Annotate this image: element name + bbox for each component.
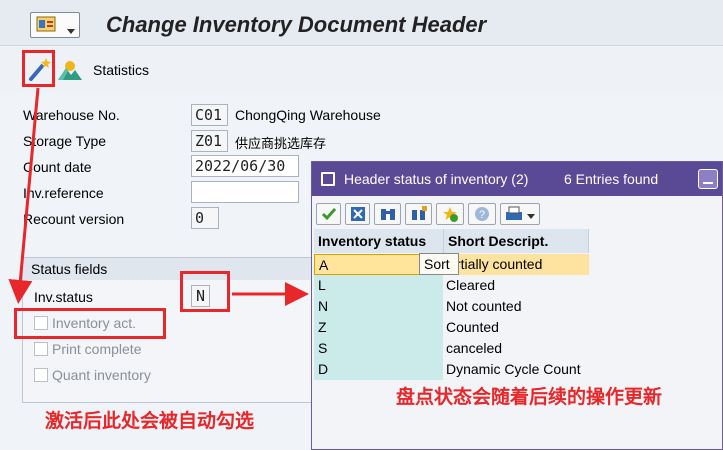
right-annotation-note: 盘点状态会随着后续的操作更新 <box>396 386 663 408</box>
left-annotation-note: 激活后此处会被自动勾选 <box>45 410 255 432</box>
sap-window: Change Inventory Document Header Statist… <box>0 0 723 450</box>
arrow-to-checkbox <box>8 87 40 304</box>
